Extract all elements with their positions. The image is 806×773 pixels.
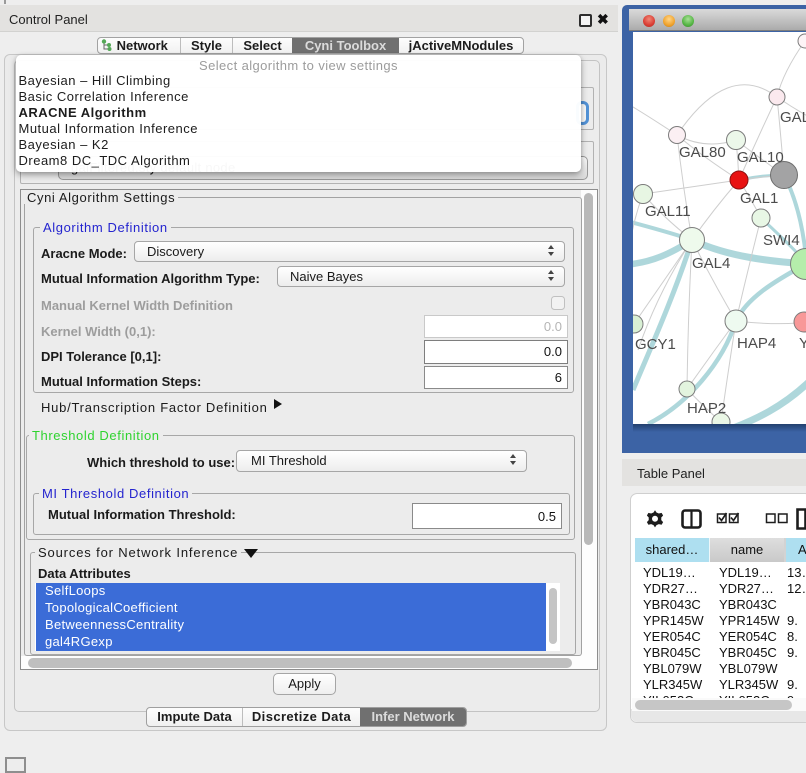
svg-text:GAL4: GAL4 <box>692 255 730 272</box>
svg-text:Y: Y <box>799 335 806 352</box>
svg-text:GAL7: GAL7 <box>780 109 806 126</box>
svg-text:GAL80: GAL80 <box>679 144 726 161</box>
svg-text:SWI4: SWI4 <box>763 232 800 249</box>
svg-text:GAL10: GAL10 <box>737 149 784 166</box>
svg-text:GAL1: GAL1 <box>740 190 778 207</box>
svg-text:HAP2: HAP2 <box>687 400 726 417</box>
svg-text:GCY1: GCY1 <box>635 336 676 353</box>
svg-text:HAP4: HAP4 <box>737 335 776 352</box>
svg-text:GAL11: GAL11 <box>645 203 691 220</box>
